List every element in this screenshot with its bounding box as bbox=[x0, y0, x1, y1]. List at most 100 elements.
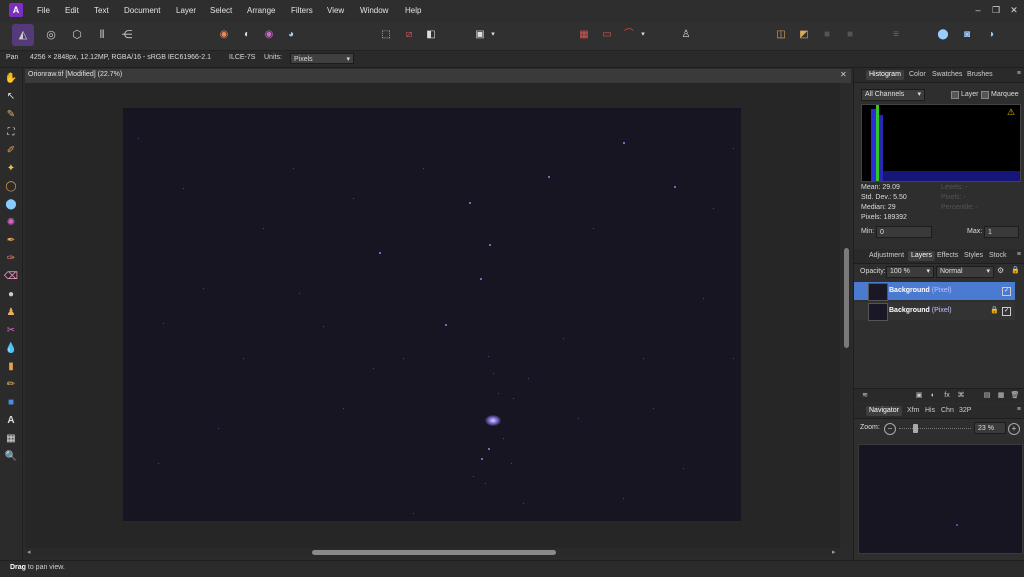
chevron-down-icon[interactable]: ▾ bbox=[638, 25, 648, 45]
arrange-front-icon[interactable]: ◫ bbox=[771, 25, 791, 45]
units-select[interactable]: Pixels ▾ bbox=[290, 53, 354, 64]
horizontal-scroll-thumb[interactable] bbox=[312, 550, 556, 555]
erase-tool-icon[interactable]: ⌫ bbox=[3, 269, 19, 285]
tab-brushes[interactable]: Brushes bbox=[964, 70, 996, 80]
max-input[interactable]: 1 bbox=[984, 226, 1019, 238]
tab-layers[interactable]: Layers bbox=[908, 251, 936, 261]
marquee-tool-icon[interactable]: ◯ bbox=[3, 179, 19, 195]
mask-icon[interactable]: ▣ bbox=[470, 25, 490, 45]
navigator-preview[interactable] bbox=[858, 444, 1023, 554]
menu-view[interactable]: View bbox=[327, 4, 344, 18]
pan-tool-icon[interactable]: ✋ bbox=[3, 71, 19, 87]
tab-effects[interactable]: Effects bbox=[934, 251, 961, 261]
persona-liquify-icon[interactable]: ◎ bbox=[40, 24, 62, 46]
boolean-subtract-icon[interactable]: ◙ bbox=[957, 25, 977, 45]
menu-select[interactable]: Select bbox=[210, 4, 232, 18]
layer-row[interactable]: Background (Pixel) ✓ bbox=[854, 282, 1015, 301]
tab-32p[interactable]: 32P bbox=[956, 406, 974, 416]
zoom-input[interactable]: 23 % bbox=[974, 422, 1006, 434]
deselect-icon[interactable]: ⧄ bbox=[399, 25, 419, 45]
tab-styles[interactable]: Styles bbox=[961, 251, 986, 261]
menu-window[interactable]: Window bbox=[360, 4, 388, 18]
gear-icon[interactable]: ⚙ bbox=[997, 266, 1004, 275]
selection-brush-tool-icon[interactable]: ✐ bbox=[3, 143, 19, 159]
mask-layer-icon[interactable]: ▣ bbox=[914, 391, 924, 401]
menu-layer[interactable]: Layer bbox=[176, 4, 196, 18]
menu-text[interactable]: Text bbox=[94, 4, 109, 18]
panel-menu-icon[interactable]: ≡ bbox=[1017, 70, 1021, 77]
panel-menu-icon[interactable]: ≡ bbox=[1017, 251, 1021, 258]
arrange-back-icon[interactable]: ■ bbox=[840, 25, 860, 45]
text-icon[interactable]: ≡ bbox=[886, 25, 906, 45]
tab-histogram[interactable]: Histogram bbox=[866, 70, 904, 80]
scroll-left-icon[interactable]: ◂ bbox=[27, 548, 31, 556]
tab-color[interactable]: Color bbox=[906, 70, 929, 80]
min-input[interactable]: 0 bbox=[876, 226, 932, 238]
minimize-button[interactable]: – bbox=[972, 4, 984, 16]
paint-brush-tool-icon[interactable]: ✒ bbox=[3, 233, 19, 249]
vertical-scroll-thumb[interactable] bbox=[844, 248, 849, 348]
trash-icon[interactable]: 🗑 bbox=[1010, 391, 1020, 401]
arrange-backward-icon[interactable]: ■ bbox=[817, 25, 837, 45]
contrast-icon[interactable]: ◐ bbox=[237, 25, 257, 45]
snapping-icon[interactable]: ⌒ bbox=[619, 25, 639, 45]
invert-selection-icon[interactable]: ◧ bbox=[421, 25, 441, 45]
menu-document[interactable]: Document bbox=[124, 4, 160, 18]
zoom-slider[interactable] bbox=[899, 424, 971, 434]
persona-export-icon[interactable]: ⋲ bbox=[116, 24, 138, 46]
blend-mode-select[interactable]: Normal ▾ bbox=[936, 266, 994, 278]
pen-tool-icon[interactable]: ✏ bbox=[3, 377, 19, 393]
healing-tool-icon[interactable]: ▮ bbox=[3, 359, 19, 375]
layer-stack-icon[interactable]: ≋ bbox=[860, 391, 870, 401]
opacity-select[interactable]: 100 % ▾ bbox=[886, 266, 934, 278]
document-tab[interactable]: Orionraw.tif [Modified] (22.7%) bbox=[28, 71, 122, 78]
tab-adjustment[interactable]: Adjustment bbox=[866, 251, 907, 261]
arrange-forward-icon[interactable]: ◩ bbox=[794, 25, 814, 45]
menu-file[interactable]: File bbox=[37, 4, 50, 18]
gradient-tool-icon[interactable]: ✺ bbox=[3, 215, 19, 231]
restore-button[interactable]: ❐ bbox=[990, 4, 1002, 16]
boolean-intersect-icon[interactable]: ◑ bbox=[981, 25, 1001, 45]
adjustment-icon[interactable]: ◐ bbox=[928, 391, 938, 401]
horizontal-scrollbar[interactable]: ◂ ▸ bbox=[25, 548, 840, 557]
layer-visibility-checkbox[interactable]: ✓ bbox=[1002, 307, 1011, 316]
red-eye-tool-icon[interactable]: ✂ bbox=[3, 323, 19, 339]
flood-select-tool-icon[interactable]: ✦ bbox=[3, 161, 19, 177]
tab-history[interactable]: His bbox=[922, 406, 938, 416]
align-icon[interactable]: ▭ bbox=[597, 25, 617, 45]
chevron-down-icon[interactable]: ▾ bbox=[488, 25, 498, 45]
color-replacement-tool-icon[interactable]: ✑ bbox=[3, 251, 19, 267]
canvas-area[interactable] bbox=[25, 83, 840, 548]
fx-icon[interactable]: fx bbox=[942, 391, 952, 401]
mesh-warp-tool-icon[interactable]: ▦ bbox=[3, 431, 19, 447]
tab-channels[interactable]: Chn bbox=[938, 406, 957, 416]
hsl-icon[interactable]: ◉ bbox=[259, 25, 279, 45]
flood-fill-tool-icon[interactable]: ⬤ bbox=[3, 197, 19, 213]
text-tool-icon[interactable]: A bbox=[3, 413, 19, 429]
add-pixel-layer-icon[interactable]: ▦ bbox=[996, 391, 1006, 401]
tab-stock[interactable]: Stock bbox=[986, 251, 1010, 261]
persona-photo-icon[interactable]: ◭ bbox=[12, 24, 34, 46]
lock-icon[interactable]: 🔒 bbox=[990, 306, 999, 314]
persona-tone-mapping-icon[interactable]: ⫴ bbox=[91, 24, 113, 46]
close-window-button[interactable]: ✕ bbox=[1008, 4, 1020, 16]
menu-edit[interactable]: Edit bbox=[65, 4, 79, 18]
warning-icon[interactable]: ⚠ bbox=[1007, 107, 1015, 118]
zoom-tool-icon[interactable]: 🔍 bbox=[3, 449, 19, 465]
white-balance-icon[interactable]: ◕ bbox=[281, 25, 301, 45]
tab-transform[interactable]: Xfm bbox=[904, 406, 922, 416]
menu-filters[interactable]: Filters bbox=[291, 4, 313, 18]
zoom-slider-handle[interactable] bbox=[913, 424, 918, 433]
tab-swatches[interactable]: Swatches bbox=[929, 70, 965, 80]
color-picker-tool-icon[interactable]: ✎ bbox=[3, 107, 19, 123]
color-wheel-icon[interactable]: ◉ bbox=[214, 25, 234, 45]
vertical-scrollbar[interactable] bbox=[842, 83, 851, 548]
tab-navigator[interactable]: Navigator bbox=[866, 406, 902, 416]
marquee-checkbox[interactable] bbox=[981, 91, 989, 101]
grid-icon[interactable]: ▦ bbox=[574, 25, 594, 45]
lock-icon[interactable]: 🔒 bbox=[1011, 266, 1020, 274]
clone-tool-icon[interactable]: ♟ bbox=[3, 305, 19, 321]
zoom-out-icon[interactable]: − bbox=[884, 423, 896, 435]
assistant-icon[interactable]: ♙ bbox=[676, 25, 696, 45]
marquee-icon[interactable]: ⬚ bbox=[376, 25, 396, 45]
